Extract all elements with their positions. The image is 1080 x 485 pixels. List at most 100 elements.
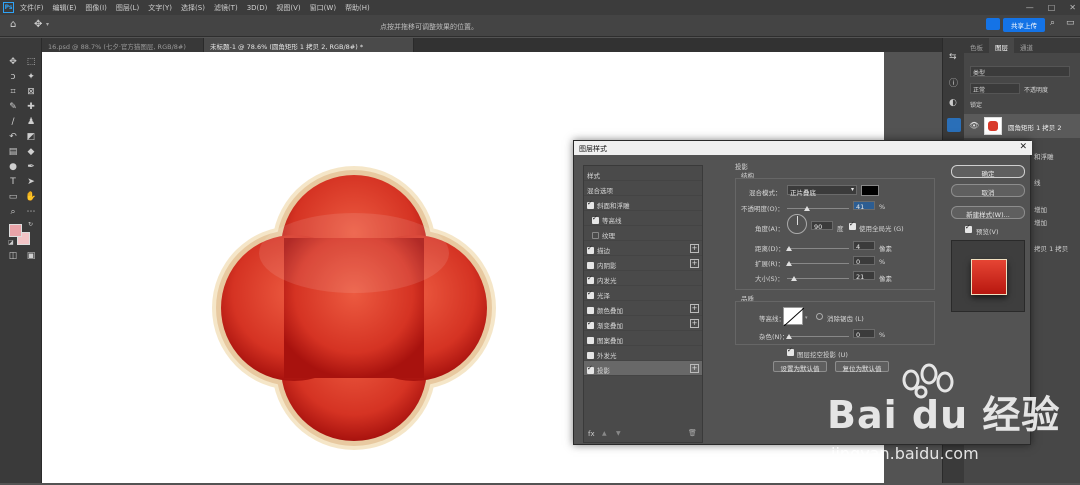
style-contour[interactable]: 等高线 [584, 211, 702, 226]
noise-slider-handle[interactable] [786, 334, 792, 339]
swap-colors-icon[interactable]: ↻ [28, 221, 33, 228]
visibility-eye-icon[interactable]: 👁 [969, 121, 979, 130]
gradient-icon[interactable]: ▤ [7, 146, 19, 158]
healing-icon[interactable]: ✚ [25, 101, 37, 113]
preview-checkbox[interactable] [965, 223, 972, 233]
checkbox-icon[interactable] [587, 262, 594, 269]
tab-16-psd[interactable]: 16.psd @ 88.7% (七夕·官方猫图层, RGB/8#) [42, 38, 204, 52]
opacity-input[interactable]: 41 [853, 201, 875, 211]
ok-button[interactable]: 确定 [951, 165, 1025, 178]
spread-slider-handle[interactable] [786, 261, 792, 266]
checkbox-icon[interactable] [587, 289, 594, 299]
size-slider-handle[interactable] [791, 276, 797, 281]
add-icon[interactable]: + [690, 259, 699, 268]
checkbox-icon[interactable] [587, 199, 594, 209]
distance-input[interactable]: 4 [853, 241, 875, 251]
workspace-icon[interactable]: ▭ [1066, 18, 1075, 28]
stamp-icon[interactable]: ♟ [25, 116, 37, 128]
checkbox-icon[interactable] [592, 232, 599, 239]
home-icon[interactable]: ⌂ [10, 19, 16, 30]
noise-input[interactable]: 0 [853, 329, 875, 339]
cancel-button[interactable]: 取消 [951, 184, 1025, 197]
angle-input[interactable]: 90 [811, 221, 833, 231]
trash-icon[interactable]: 🗑 [688, 429, 697, 437]
search-icon[interactable]: ⌕ [1050, 18, 1055, 28]
history-icon[interactable]: ⇆ [949, 52, 957, 62]
tab-layers[interactable]: 图层 [989, 38, 1014, 53]
opacity-slider-handle[interactable] [804, 206, 810, 211]
add-icon[interactable]: + [690, 304, 699, 313]
default-colors-icon[interactable]: ◪ [8, 239, 14, 246]
menu-layer[interactable]: 图层(L) [116, 3, 139, 13]
close-window-icon[interactable]: ✕ [1069, 3, 1076, 12]
shape-icon[interactable]: ▭ [7, 191, 19, 203]
knockout-checkbox[interactable] [787, 346, 794, 356]
magic-wand-icon[interactable]: ✦ [25, 71, 37, 83]
minimize-icon[interactable]: — [1026, 3, 1034, 12]
move-icon[interactable]: ✥ [7, 56, 19, 68]
layer-row[interactable]: 👁 圆角矩形 1 拷贝 2 [964, 114, 1080, 138]
more-icon[interactable]: ⋯ [25, 206, 37, 218]
size-input[interactable]: 21 [853, 271, 875, 281]
crop-icon[interactable]: ⌗ [7, 86, 19, 98]
blend-mode-dropdown[interactable]: 正片叠底 ▾ [787, 185, 857, 197]
global-light-checkbox[interactable] [849, 220, 856, 230]
add-icon[interactable]: + [690, 244, 699, 253]
checkbox-icon[interactable] [587, 307, 594, 314]
eyedropper-icon[interactable]: ✎ [7, 101, 19, 113]
pen-icon[interactable]: ✒ [25, 161, 37, 173]
opacity-slider[interactable] [787, 208, 849, 209]
menu-help[interactable]: 帮助(H) [345, 3, 370, 13]
marquee-icon[interactable]: ⬚ [25, 56, 37, 68]
menu-select[interactable]: 选择(S) [181, 3, 205, 13]
path-select-icon[interactable]: ➤ [25, 176, 37, 188]
angle-dial[interactable] [787, 214, 807, 234]
menu-file[interactable]: 文件(F) [20, 3, 44, 13]
quick-mask-icon[interactable]: ◫ [7, 250, 19, 262]
styles-header[interactable]: 样式 [584, 166, 702, 181]
zoom-icon[interactable]: ⌕ [7, 206, 19, 218]
layer-name[interactable]: 圆角矩形 1 拷贝 2 [1008, 122, 1061, 132]
spread-input[interactable]: 0 [853, 256, 875, 266]
close-icon[interactable]: ✕ [1019, 142, 1027, 152]
style-outer-glow[interactable]: 外发光 [584, 346, 702, 361]
checkbox-icon[interactable] [587, 244, 594, 254]
frame-icon[interactable]: ⊠ [25, 86, 37, 98]
fx-icon[interactable]: fx [588, 430, 595, 438]
tab-swatches[interactable]: 色板 [964, 38, 989, 53]
tab-untitled-1[interactable]: 未标题-1 @ 78.6% (圆角矩形 1 拷贝 2, RGB/8#) * [204, 38, 414, 52]
style-inner-glow[interactable]: 内发光 [584, 271, 702, 286]
checkbox-icon[interactable] [587, 274, 594, 284]
style-gradient-overlay[interactable]: 渐变叠加 + [584, 316, 702, 331]
spread-slider[interactable] [787, 263, 849, 264]
menu-view[interactable]: 视图(V) [276, 3, 300, 13]
hand-icon[interactable]: ✋ [25, 191, 37, 203]
style-pattern-overlay[interactable]: 图案叠加 [584, 331, 702, 346]
lasso-icon[interactable]: ↄ [7, 71, 19, 83]
style-drop-shadow[interactable]: 投影 + [584, 361, 702, 376]
chevron-down-icon[interactable]: ▾ [46, 21, 49, 28]
tab-channels[interactable]: 通道 [1014, 38, 1039, 53]
checkbox-icon[interactable] [587, 337, 594, 344]
style-inner-shadow[interactable]: 内阴影 + [584, 256, 702, 271]
menu-edit[interactable]: 编辑(E) [53, 3, 77, 13]
add-icon[interactable]: + [690, 319, 699, 328]
checkbox-icon[interactable] [587, 364, 594, 374]
blend-options-item[interactable]: 混合选项 [584, 181, 702, 196]
blur-icon[interactable]: ◆ [25, 146, 37, 158]
checkbox-icon[interactable] [587, 352, 594, 359]
menu-filter[interactable]: 滤镜(T) [214, 3, 238, 13]
menu-type[interactable]: 文字(Y) [148, 3, 172, 13]
adjust-icon[interactable]: ◐ [949, 98, 957, 108]
set-default-button[interactable]: 设置为默认值 [773, 361, 827, 373]
distance-slider[interactable] [787, 248, 849, 249]
brush-icon[interactable]: ∕ [7, 116, 19, 128]
dodge-icon[interactable]: ● [7, 161, 19, 173]
style-texture[interactable]: 纹理 [584, 226, 702, 241]
move-tool-icon[interactable]: ✥ [34, 19, 42, 30]
style-satin[interactable]: 光泽 [584, 286, 702, 301]
shadow-color-swatch[interactable] [861, 185, 879, 196]
noise-slider[interactable] [787, 336, 849, 337]
layer-filter[interactable]: 类型 [970, 66, 1070, 77]
style-stroke[interactable]: 描边 + [584, 241, 702, 256]
